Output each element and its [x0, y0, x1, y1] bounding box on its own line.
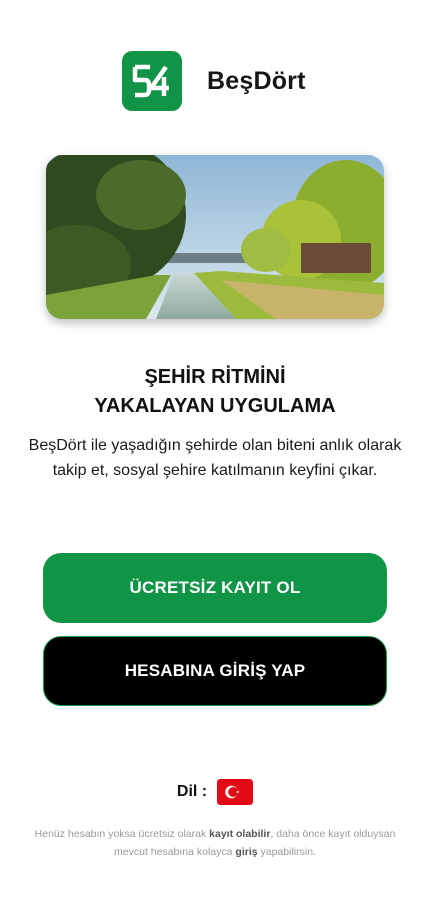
brand-header: BeşDört	[122, 51, 306, 111]
register-button-label: ÜCRETSİZ KAYIT OL	[129, 578, 301, 597]
besdort-logo-icon	[122, 51, 182, 111]
headline-line-2: YAKALAYAN UYGULAMA	[94, 395, 336, 417]
city-canal-landscape-image	[46, 155, 384, 319]
footer-note: Henüz hesabın yoksa ücretsiz olarak kayı…	[30, 825, 400, 861]
headline: ŞEHİR RİTMİNİ YAKALAYAN UYGULAMA	[0, 363, 430, 421]
headline-line-1: ŞEHİR RİTMİNİ	[144, 366, 286, 388]
login-link[interactable]: giriş	[235, 846, 257, 858]
language-selector: Dil :	[0, 779, 430, 805]
login-button[interactable]: HESABINA GİRİŞ YAP	[43, 636, 387, 706]
language-label: Dil :	[176, 783, 208, 800]
register-button[interactable]: ÜCRETSİZ KAYIT OL	[43, 553, 387, 623]
brand-name: BeşDört	[207, 66, 306, 95]
register-link[interactable]: kayıt olabilir	[209, 828, 270, 840]
footer-text-3: yapabilirsin.	[257, 846, 316, 858]
subtitle: BeşDört ile yaşadığın şehirde olan biten…	[28, 437, 402, 479]
login-button-label: HESABINA GİRİŞ YAP	[124, 661, 306, 680]
footer-text-1: Henüz hesabın yoksa ücretsiz olarak	[34, 828, 210, 840]
turkey-flag-icon[interactable]	[217, 779, 254, 805]
